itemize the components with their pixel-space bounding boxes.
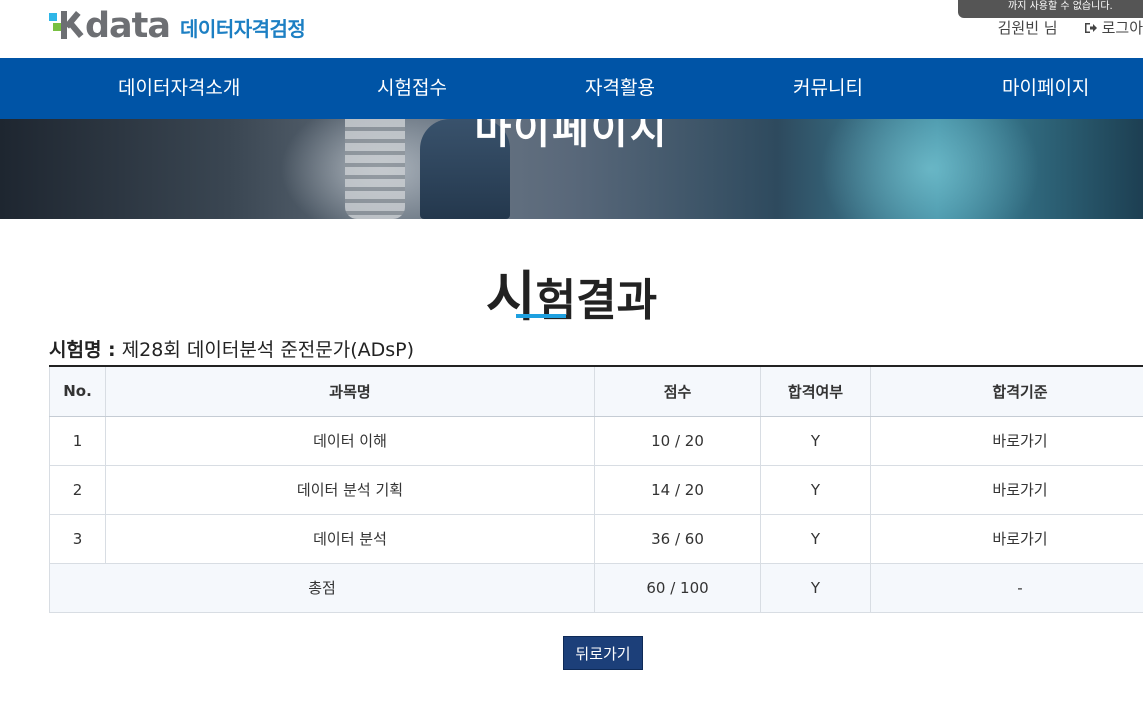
- header-no: No.: [49, 365, 106, 417]
- total-pass: Y: [760, 562, 871, 613]
- nav-item-apply[interactable]: 시험접수: [377, 58, 447, 119]
- exam-name-label: 시험명 :: [49, 339, 116, 361]
- logout-label: 로그아: [1101, 19, 1143, 37]
- table-row: 3 데이터 분석 36 / 60 Y 바로가기: [49, 513, 1143, 564]
- page-title: 시험결과: [0, 252, 1143, 331]
- sign-out-icon: [1084, 22, 1097, 33]
- table-header-row: No. 과목명 점수 합격여부 합격기준: [49, 365, 1143, 417]
- exam-name-value: 제28회 데이터분석 준전문가(ADsP): [121, 339, 415, 361]
- notice-toast: 까지 사용할 수 없습니다.: [958, 0, 1143, 18]
- nav-item-community[interactable]: 커뮤니티: [793, 58, 863, 119]
- nav-item-about[interactable]: 데이터자격소개: [118, 58, 240, 119]
- table-row: 2 데이터 분석 기획 14 / 20 Y 바로가기: [49, 464, 1143, 515]
- cell-no: 3: [49, 513, 106, 564]
- header-subject: 과목명: [105, 365, 595, 417]
- result-table: No. 과목명 점수 합격여부 합격기준 1 데이터 이해 10 / 20 Y …: [49, 365, 1143, 613]
- banner-title: 마이페이지: [474, 119, 669, 153]
- cell-score: 14 / 20: [594, 464, 761, 515]
- title-underline: [516, 314, 566, 318]
- user-area: 김원빈 님 로그아: [998, 17, 1143, 38]
- cell-score: 10 / 20: [594, 415, 761, 466]
- header-criteria: 합격기준: [870, 365, 1143, 417]
- criteria-link[interactable]: 바로가기: [870, 513, 1143, 564]
- total-score: 60 / 100: [594, 562, 761, 613]
- page-title-first-char: 시: [485, 265, 536, 328]
- site-header: data 데이터자격검정 까지 사용할 수 없습니다. 김원빈 님 로그아: [0, 0, 1143, 58]
- user-name: 김원빈 님: [997, 19, 1058, 37]
- cell-score: 36 / 60: [594, 513, 761, 564]
- k-logo-icon: [49, 9, 84, 41]
- page-banner: 마이페이지: [0, 119, 1143, 219]
- main-nav: 데이터자격소개 시험접수 자격활용 커뮤니티 마이페이지: [0, 58, 1143, 119]
- cell-pass: Y: [760, 415, 871, 466]
- criteria-link[interactable]: 바로가기: [870, 464, 1143, 515]
- logo-subtitle: 데이터자격검정: [180, 17, 306, 41]
- nav-item-utilization[interactable]: 자격활용: [585, 58, 655, 119]
- cell-pass: Y: [760, 464, 871, 515]
- page-title-rest: 험결과: [535, 275, 658, 326]
- cell-no: 2: [49, 464, 106, 515]
- cell-no: 1: [49, 415, 106, 466]
- header-score: 점수: [594, 365, 761, 417]
- nav-item-mypage[interactable]: 마이페이지: [1002, 58, 1089, 119]
- logo-wordmark: data: [85, 6, 171, 46]
- cell-subject: 데이터 이해: [105, 415, 595, 466]
- total-criteria: -: [870, 562, 1143, 613]
- cell-subject: 데이터 분석 기획: [105, 464, 595, 515]
- table-row: 1 데이터 이해 10 / 20 Y 바로가기: [49, 415, 1143, 466]
- logout-link[interactable]: 로그아: [1084, 17, 1143, 38]
- cell-subject: 데이터 분석: [105, 513, 595, 564]
- header-pass: 합격여부: [760, 365, 871, 417]
- total-label: 총점: [49, 562, 595, 613]
- result-table-wrap: No. 과목명 점수 합격여부 합격기준 1 데이터 이해 10 / 20 Y …: [49, 365, 1143, 613]
- cell-pass: Y: [760, 513, 871, 564]
- criteria-link[interactable]: 바로가기: [870, 415, 1143, 466]
- total-row: 총점 60 / 100 Y -: [49, 562, 1143, 613]
- back-button[interactable]: 뒤로가기: [563, 636, 643, 670]
- kdata-logo[interactable]: data 데이터자격검정: [49, 6, 306, 46]
- exam-name-row: 시험명 : 제28회 데이터분석 준전문가(ADsP): [49, 335, 414, 362]
